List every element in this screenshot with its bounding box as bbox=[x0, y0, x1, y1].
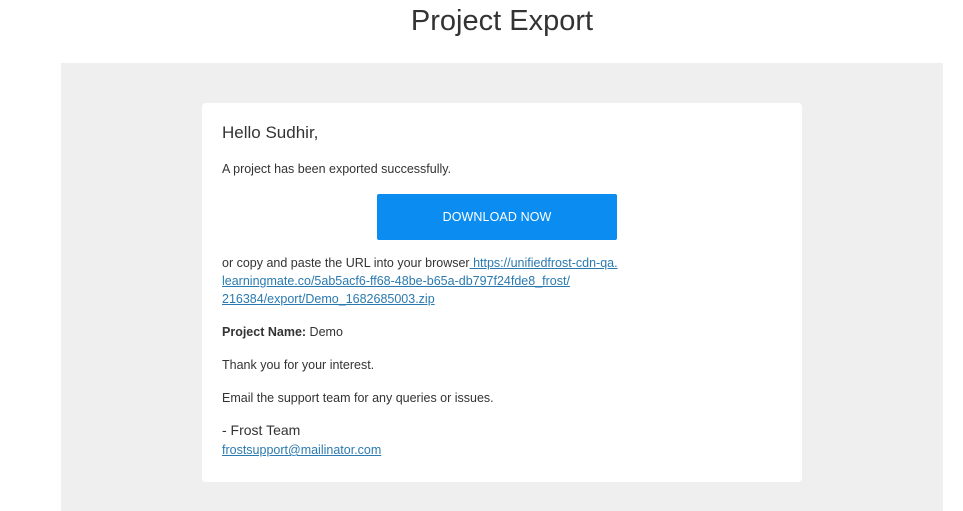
export-url-line-3: 216384/export/Demo_1682685003.zip bbox=[222, 292, 435, 306]
export-url-line-1: https://unifiedfrost-cdn-qa. bbox=[469, 256, 618, 270]
intro-text: A project has been exported successfully… bbox=[222, 162, 452, 176]
export-url-line-2: learningmate.co/5ab5acf6-ff68-48be-b65a-… bbox=[222, 274, 570, 288]
signoff-text: - Frost Team bbox=[222, 422, 301, 438]
download-now-button[interactable]: DOWNLOAD NOW bbox=[377, 194, 617, 240]
email-card: Hello Sudhir, A project has been exporte… bbox=[202, 103, 802, 482]
project-name-row: Project Name: Demo bbox=[222, 323, 343, 341]
page-title: Project Export bbox=[410, 5, 594, 37]
support-note-text: Email the support team for any queries o… bbox=[222, 391, 494, 405]
project-name-value: Demo bbox=[309, 325, 343, 339]
url-block: or copy and paste the URL into your brow… bbox=[222, 254, 662, 308]
copy-prompt-text: or copy and paste the URL into your brow… bbox=[222, 256, 470, 270]
project-name-label: Project Name: bbox=[222, 325, 307, 339]
thanks-text: Thank you for your interest. bbox=[222, 358, 375, 372]
greeting: Hello Sudhir, bbox=[222, 123, 319, 142]
support-email-link[interactable]: frostsupport@mailinator.com bbox=[222, 441, 381, 459]
